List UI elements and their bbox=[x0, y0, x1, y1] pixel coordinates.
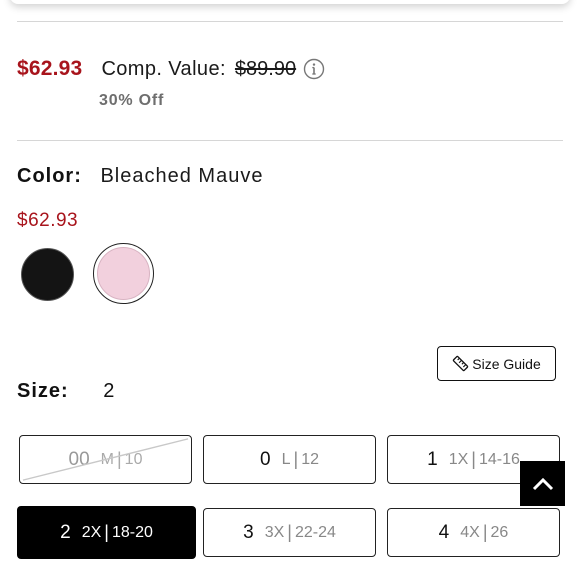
size-number: 0 bbox=[260, 448, 271, 470]
product-card-edge bbox=[10, 0, 570, 4]
swatch-price: $62.93 bbox=[17, 210, 79, 231]
size-option-00[interactable]: 00 M | 10 bbox=[19, 435, 192, 484]
size-separator: | bbox=[471, 449, 476, 469]
size-number: 4 bbox=[438, 521, 450, 543]
size-us: 18-20 bbox=[111, 523, 153, 541]
size-separator: | bbox=[287, 522, 292, 542]
size-us: 10 bbox=[124, 450, 143, 468]
size-number: 3 bbox=[243, 521, 254, 543]
size-alpha: 2X bbox=[81, 523, 102, 541]
comp-value-price: $89.90 bbox=[234, 57, 297, 80]
comp-value-label: Comp. Value: bbox=[101, 57, 226, 80]
back-to-top-button[interactable] bbox=[520, 461, 565, 506]
info-icon[interactable] bbox=[303, 58, 325, 80]
size-alpha: M bbox=[100, 450, 114, 468]
size-alpha: 3X bbox=[264, 523, 285, 541]
size-alpha: L bbox=[281, 450, 291, 468]
size-selection: Size: 2 bbox=[17, 380, 115, 403]
color-label: Color: bbox=[17, 165, 82, 187]
size-option-4[interactable]: 4 4X | 26 bbox=[387, 508, 560, 557]
size-option-2[interactable]: 2 2X | 18-20 bbox=[17, 506, 196, 559]
size-separator: | bbox=[482, 522, 488, 542]
divider-middle bbox=[17, 140, 563, 141]
ruler-icon bbox=[453, 355, 469, 372]
size-number: 2 bbox=[60, 521, 71, 543]
divider-top bbox=[17, 21, 563, 22]
color-value: Bleached Mauve bbox=[100, 165, 264, 187]
size-us: 14-16 bbox=[478, 450, 520, 468]
color-selection: Color: Bleached Mauve bbox=[17, 165, 263, 188]
size-separator: | bbox=[293, 449, 299, 469]
size-label: Size: bbox=[17, 380, 69, 402]
chevron-up-icon bbox=[532, 477, 553, 490]
sale-price: $62.93 bbox=[17, 57, 83, 80]
size-us: 22-24 bbox=[294, 523, 336, 541]
price-row: $62.93 Comp. Value: $89.90 bbox=[17, 54, 325, 84]
discount-text: 30% Off bbox=[99, 92, 165, 109]
size-alpha: 4X bbox=[460, 523, 480, 541]
size-us: 12 bbox=[301, 450, 319, 468]
size-separator: | bbox=[116, 449, 122, 469]
size-number: 00 bbox=[68, 448, 90, 470]
size-value: 2 bbox=[103, 380, 116, 402]
size-guide-button[interactable]: Size Guide bbox=[437, 346, 556, 381]
color-swatch-black[interactable] bbox=[21, 248, 74, 301]
size-guide-label: Size Guide bbox=[472, 355, 541, 372]
size-separator: | bbox=[104, 522, 109, 542]
size-us: 26 bbox=[490, 523, 509, 541]
size-alpha: 1X bbox=[448, 450, 469, 468]
size-option-0[interactable]: 0 L | 12 bbox=[203, 435, 376, 484]
size-option-3[interactable]: 3 3X | 22-24 bbox=[203, 508, 376, 557]
color-swatch-bleached-mauve[interactable] bbox=[93, 243, 154, 304]
size-number: 1 bbox=[427, 448, 438, 470]
swatch-fill bbox=[97, 247, 150, 300]
